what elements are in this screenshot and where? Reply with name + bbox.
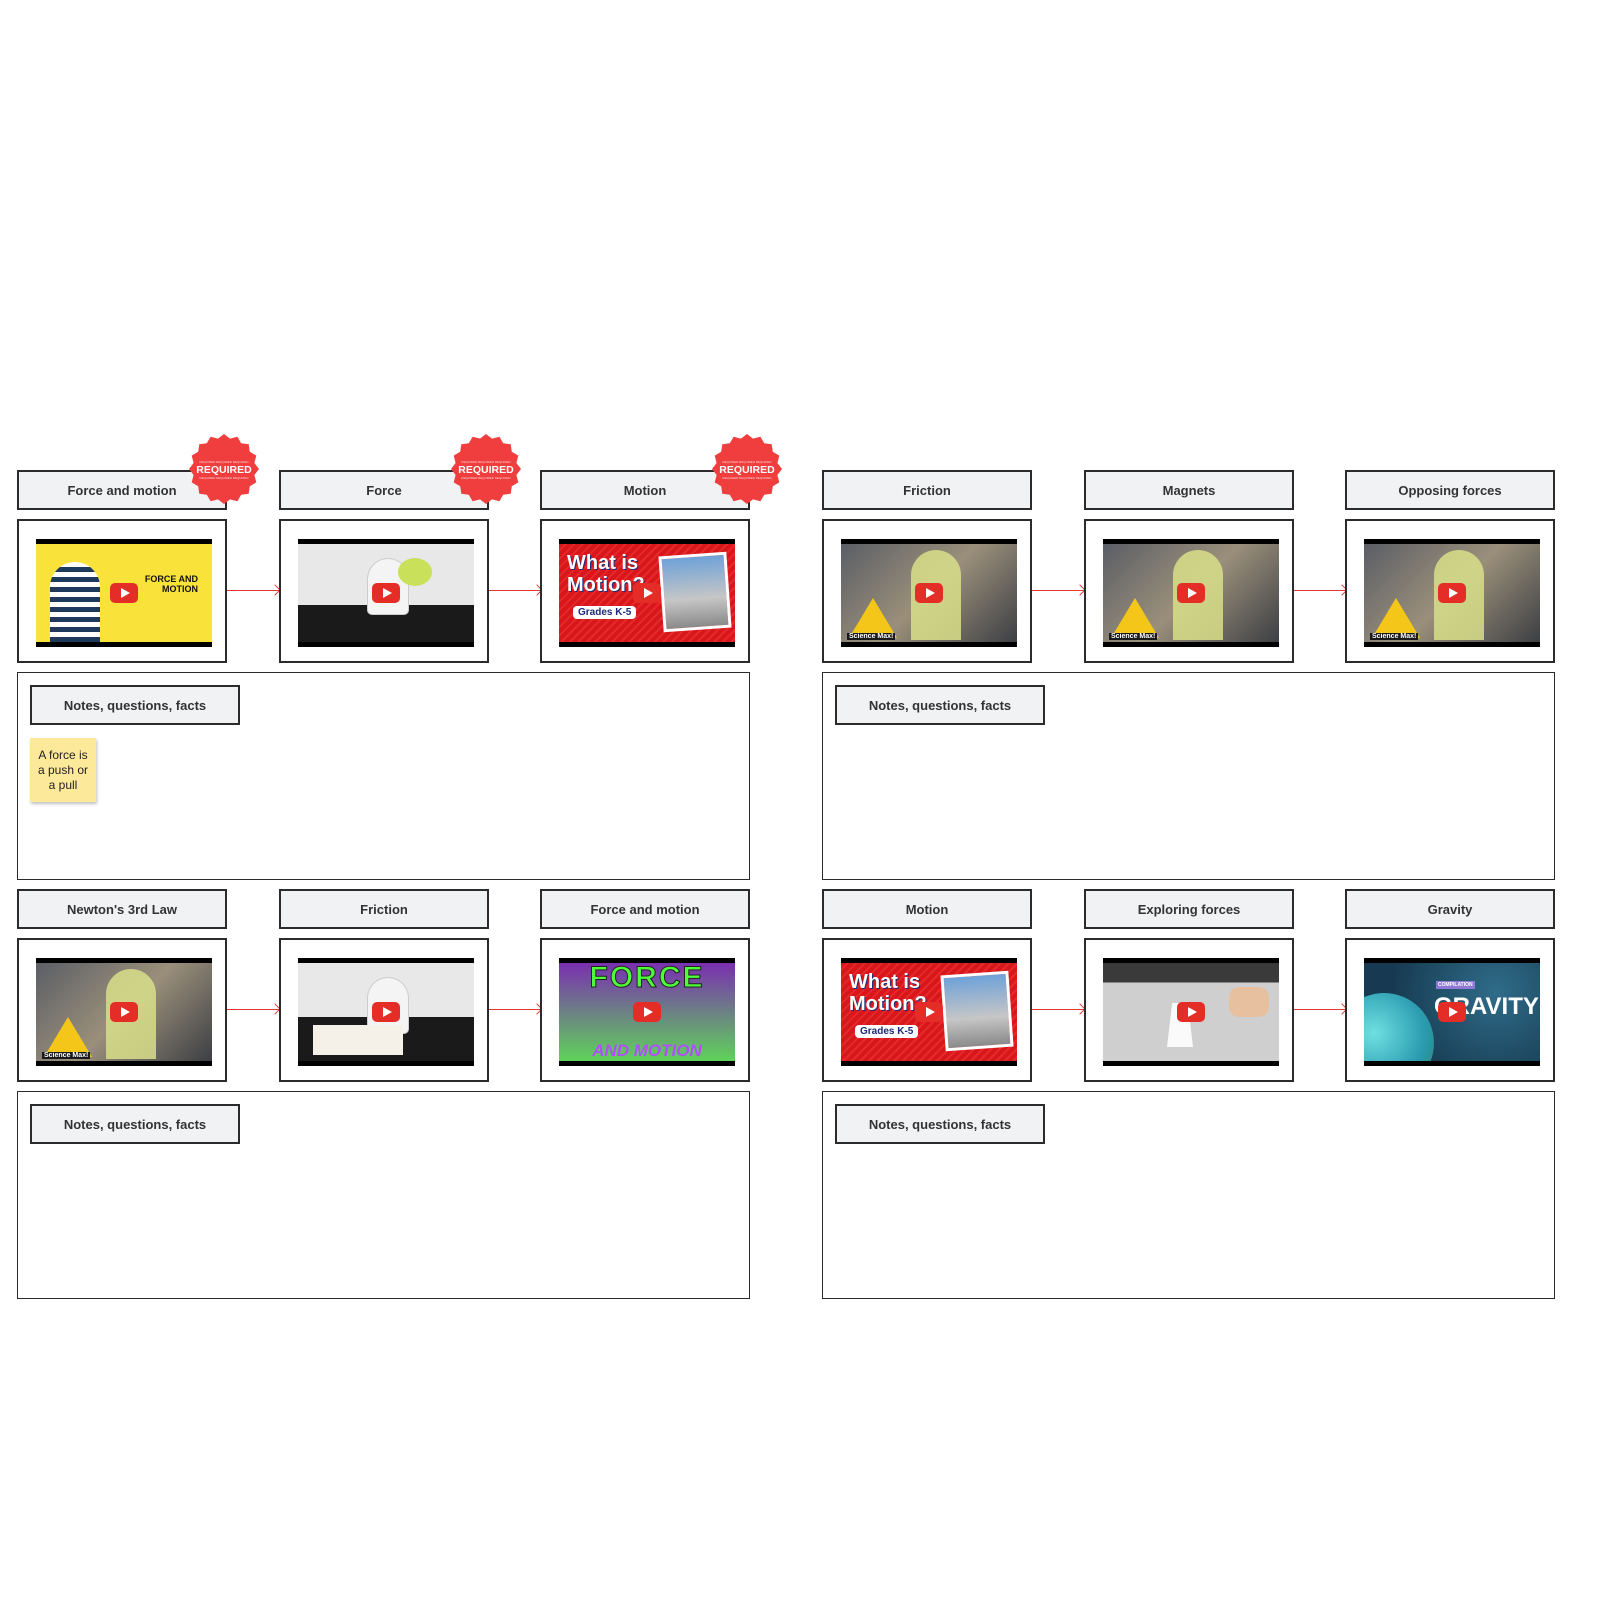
required-badge-label: REQUIRED	[458, 464, 514, 476]
video-card[interactable]: Science Max!	[17, 938, 227, 1082]
required-badge-microtext: REQUIRED REQUIRED REQUIRED	[722, 460, 772, 464]
thumbnail-caption: Science Max!	[1370, 633, 1419, 640]
presenter-figure	[50, 562, 100, 642]
science-max-logo	[849, 598, 897, 638]
thumbnail-subcaption: Grades K-5	[855, 1025, 919, 1038]
video-card[interactable]: FORCE AND MOTION	[17, 519, 227, 663]
video-title-label: Motion	[822, 889, 1032, 929]
science-max-logo	[1111, 598, 1159, 638]
video-card[interactable]	[279, 938, 489, 1082]
required-badge: REQUIREDREQUIRED REQUIRED REQUIRED REQUIR…	[712, 434, 782, 504]
required-badge-microtext: REQUIRED REQUIRED REQUIRED	[722, 476, 772, 480]
thumbnail-subcaption: AND MOTION	[592, 1041, 702, 1060]
youtube-play-icon[interactable]	[1177, 583, 1205, 603]
connector-arrow	[1032, 1009, 1084, 1010]
required-badge-microtext: REQUIRED REQUIRED REQUIRED	[199, 460, 249, 464]
video-card[interactable]	[1084, 938, 1294, 1082]
required-badge-label: REQUIRED	[719, 464, 775, 476]
video-thumbnail[interactable]: Science Max!	[1364, 539, 1540, 647]
required-badge-microtext: REQUIRED REQUIRED REQUIRED	[199, 476, 249, 480]
video-thumbnail[interactable]: Science Max!	[1103, 539, 1279, 647]
video-title-label: Gravity	[1345, 889, 1555, 929]
video-thumbnail[interactable]: FORCE AND MOTION	[559, 958, 735, 1066]
connector-arrow	[227, 1009, 279, 1010]
thumbnail-caption: Science Max!	[42, 1052, 91, 1059]
video-thumbnail[interactable]: COMPILATION GRAVITY	[1364, 958, 1540, 1066]
video-title-label: Force and motion	[540, 889, 750, 929]
balloon	[398, 558, 432, 586]
thumbnail-caption: FORCE AND MOTION	[144, 574, 198, 594]
video-title-label: Friction	[279, 889, 489, 929]
thumbnail-caption: FORCE	[589, 961, 705, 995]
youtube-play-icon[interactable]	[110, 1002, 138, 1022]
required-badge: REQUIREDREQUIRED REQUIRED REQUIRED REQUIR…	[189, 434, 259, 504]
thumbnail-caption: Science Max!	[1109, 633, 1158, 640]
train-photo	[658, 551, 732, 633]
video-title-label: Newton's 3rd Law	[17, 889, 227, 929]
train-photo	[940, 970, 1014, 1052]
youtube-play-icon[interactable]	[372, 1002, 400, 1022]
video-card[interactable]: Science Max!	[1345, 519, 1555, 663]
required-badge-label: REQUIRED	[196, 464, 252, 476]
video-title-label: Exploring forces	[1084, 889, 1294, 929]
earth-illustration	[1364, 993, 1434, 1061]
notes-title-label: Notes, questions, facts	[30, 1104, 240, 1144]
video-card[interactable]: What is Motion? Grades K-5	[540, 519, 750, 663]
youtube-play-icon[interactable]	[110, 583, 138, 603]
youtube-play-icon[interactable]	[1438, 1002, 1466, 1022]
youtube-play-icon[interactable]	[372, 583, 400, 603]
thumbnail-subcaption: Grades K-5	[573, 606, 637, 619]
connector-arrow	[1032, 590, 1084, 591]
required-badge: REQUIREDREQUIRED REQUIRED REQUIRED REQUIR…	[451, 434, 521, 504]
video-thumbnail[interactable]: Science Max!	[841, 539, 1017, 647]
sticky-note[interactable]: A force is a push or a pull	[30, 738, 96, 802]
video-thumbnail[interactable]: What is Motion? Grades K-5	[559, 539, 735, 647]
hand	[1229, 987, 1269, 1017]
thumbnail-caption: Science Max!	[847, 633, 896, 640]
youtube-play-icon[interactable]	[1177, 1002, 1205, 1022]
youtube-play-icon[interactable]	[633, 1002, 661, 1022]
video-card[interactable]: What is Motion? Grades K-5	[822, 938, 1032, 1082]
video-thumbnail[interactable]: What is Motion? Grades K-5	[841, 958, 1017, 1066]
connector-arrow	[1294, 1009, 1346, 1010]
video-title-label: Friction	[822, 470, 1032, 510]
video-thumbnail[interactable]	[298, 958, 474, 1066]
video-title-label: Magnets	[1084, 470, 1294, 510]
video-card[interactable]: COMPILATION GRAVITY	[1345, 938, 1555, 1082]
paper	[313, 1025, 403, 1055]
youtube-play-icon[interactable]	[633, 583, 661, 603]
video-card[interactable]: Science Max!	[822, 519, 1032, 663]
video-card[interactable]: Science Max!	[1084, 519, 1294, 663]
connector-arrow	[489, 1009, 541, 1010]
connector-arrow	[489, 590, 541, 591]
youtube-play-icon[interactable]	[915, 583, 943, 603]
video-card[interactable]: FORCE AND MOTION	[540, 938, 750, 1082]
thumbnail-subcaption: COMPILATION	[1436, 981, 1475, 989]
video-title-label: Opposing forces	[1345, 470, 1555, 510]
connector-arrow	[227, 590, 279, 591]
connector-arrow	[1294, 590, 1346, 591]
video-thumbnail[interactable]: FORCE AND MOTION	[36, 539, 212, 647]
youtube-play-icon[interactable]	[915, 1002, 943, 1022]
notes-title-label: Notes, questions, facts	[835, 685, 1045, 725]
required-badge-microtext: REQUIRED REQUIRED REQUIRED	[461, 460, 511, 464]
video-thumbnail[interactable]	[298, 539, 474, 647]
notes-title-label: Notes, questions, facts	[835, 1104, 1045, 1144]
notes-title-label: Notes, questions, facts	[30, 685, 240, 725]
science-max-logo	[44, 1017, 92, 1057]
video-thumbnail[interactable]: Science Max!	[36, 958, 212, 1066]
youtube-play-icon[interactable]	[1438, 583, 1466, 603]
video-thumbnail[interactable]	[1103, 958, 1279, 1066]
required-badge-microtext: REQUIRED REQUIRED REQUIRED	[461, 476, 511, 480]
video-card[interactable]	[279, 519, 489, 663]
science-max-logo	[1372, 598, 1420, 638]
